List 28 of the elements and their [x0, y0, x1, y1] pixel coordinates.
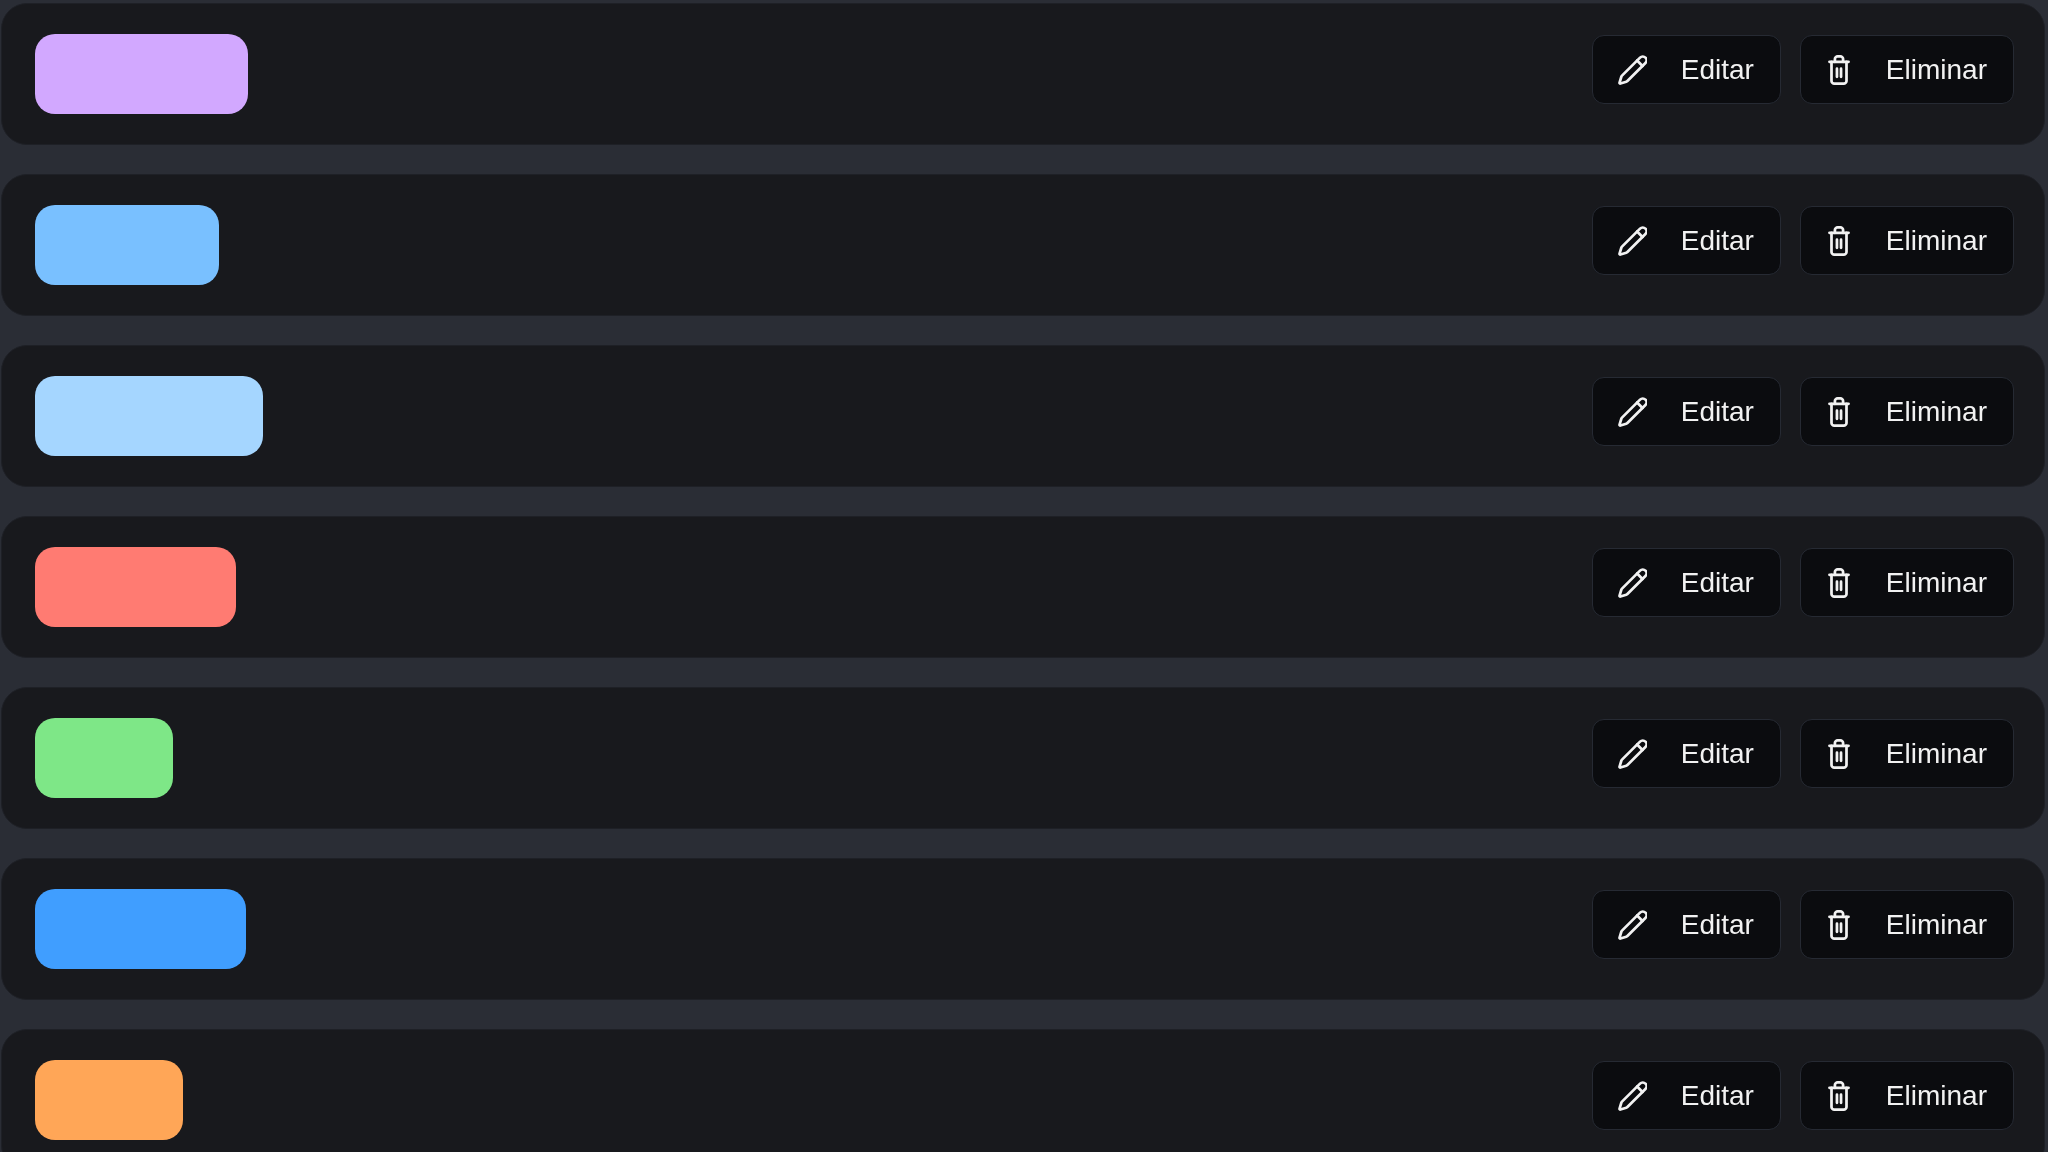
- edit-button[interactable]: Editar: [1591, 890, 1781, 959]
- edit-button[interactable]: Editar: [1591, 548, 1781, 617]
- delete-button[interactable]: Eliminar: [1799, 206, 2014, 275]
- trash-icon: [1825, 909, 1852, 940]
- trash-icon: [1825, 396, 1852, 427]
- delete-button[interactable]: Eliminar: [1799, 35, 2014, 104]
- edit-button[interactable]: Editar: [1591, 1061, 1781, 1130]
- delete-button[interactable]: Eliminar: [1799, 377, 2014, 446]
- pencil-icon: [1617, 738, 1647, 769]
- edit-button[interactable]: Editar: [1591, 377, 1781, 446]
- pencil-icon: [1617, 396, 1647, 427]
- edit-button[interactable]: Editar: [1591, 35, 1781, 104]
- pencil-icon: [1617, 225, 1647, 256]
- trash-icon: [1825, 54, 1852, 85]
- delete-button[interactable]: Eliminar: [1799, 719, 2014, 788]
- pencil-icon: [1617, 909, 1647, 940]
- edit-button[interactable]: Editar: [1591, 206, 1781, 275]
- pencil-icon: [1617, 54, 1647, 85]
- edit-button[interactable]: Editar: [1591, 719, 1781, 788]
- pencil-icon: [1617, 567, 1647, 598]
- delete-button[interactable]: Eliminar: [1799, 890, 2014, 959]
- trash-icon: [1825, 225, 1852, 256]
- trash-icon: [1825, 1080, 1852, 1111]
- delete-button[interactable]: Eliminar: [1799, 548, 2014, 617]
- trash-icon: [1825, 738, 1852, 769]
- delete-button[interactable]: Eliminar: [1799, 1061, 2014, 1130]
- trash-icon: [1825, 567, 1852, 598]
- pencil-icon: [1617, 1080, 1647, 1111]
